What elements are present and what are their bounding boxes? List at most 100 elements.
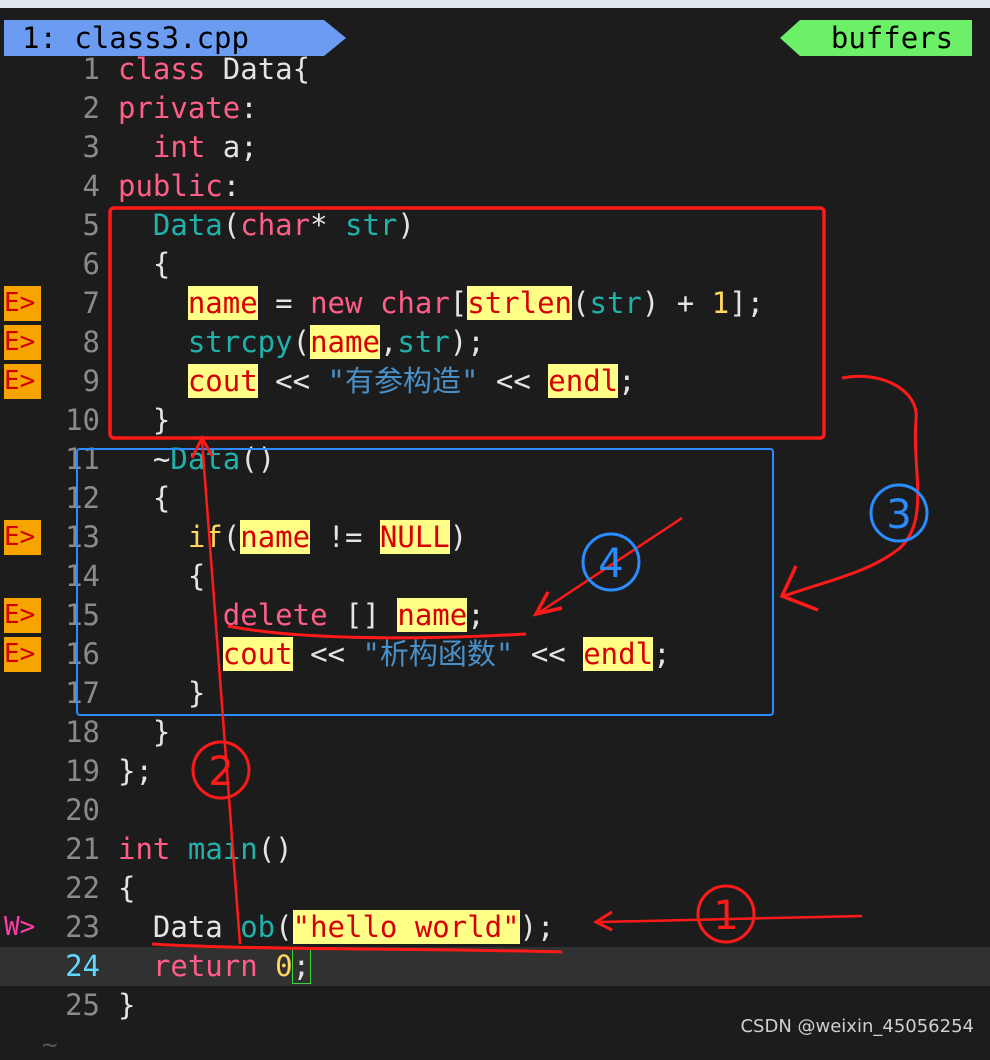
code-token: "析构函数" [362,637,514,671]
code-line[interactable]: E> 13 if(name != NULL) [0,518,990,557]
code-line[interactable]: 10 } [0,401,990,440]
code-text[interactable]: } [118,986,135,1025]
code-text[interactable]: { [118,245,170,284]
code-line[interactable]: 4 public: [0,167,990,206]
code-token: ); [449,325,485,359]
code-token: ( [222,208,241,242]
error-sign[interactable]: E> [4,364,41,399]
code-line[interactable]: 2 private: [0,89,990,128]
code-text[interactable]: { [118,869,135,908]
code-line[interactable]: E> 15 delete [] name; [0,596,990,635]
line-number: 22 [65,871,100,905]
code-text[interactable]: cout << "有参构造" << endl; [118,362,636,401]
code-line[interactable]: 20 [0,791,990,830]
code-line[interactable]: E> 7 name = new char[strlen(str) + 1]; [0,284,990,323]
code-token: != [310,520,380,554]
code-text[interactable]: name = new char[strlen(str) + 1]; [118,284,764,323]
code-line[interactable]: 17 } [0,674,990,713]
code-line[interactable]: 11 ~Data() [0,440,990,479]
code-token: [ [449,286,468,320]
code-token: { [118,871,136,905]
line-number: 16 [65,637,100,671]
empty-line-tilde: ~ [42,1030,58,1060]
code-editor[interactable]: 1 class Data{2 private: 3 int a; 4 public: 5 D… [0,50,990,1025]
error-sign[interactable]: E> [4,325,41,360]
code-text[interactable]: strcpy(name,str); [118,323,485,362]
code-line[interactable]: 22 { [0,869,990,908]
code-text[interactable]: return 0; [118,947,312,986]
code-text[interactable]: { [118,479,170,518]
code-token: "有参构造" [327,364,479,398]
code-token: ; [618,364,636,398]
code-line[interactable]: 24 return 0; [0,947,990,986]
code-line[interactable]: 6 { [0,245,990,284]
code-token: private [118,91,241,125]
code-token: Data [118,910,241,944]
code-line[interactable]: 12 { [0,479,990,518]
code-line[interactable]: 19}; [0,752,990,791]
window-top-strip [0,0,990,8]
code-line[interactable]: 5 Data(char* str) [0,206,990,245]
error-sign[interactable]: E> [4,637,41,672]
code-line[interactable]: 14 { [0,557,990,596]
code-text[interactable]: { [118,557,205,596]
code-text[interactable]: cout << "析构函数" << endl; [118,635,671,674]
code-token: { [118,481,171,515]
code-line[interactable]: 18 } [0,713,990,752]
watermark: CSDN @weixin_45056254 [740,1016,974,1037]
code-text[interactable]: int main() [118,830,293,869]
code-token: strlen [467,286,573,320]
error-sign[interactable]: E> [4,520,41,555]
line-number: 8 [82,325,100,359]
warning-sign[interactable]: W> [4,910,41,945]
code-line[interactable]: 3 int a; [0,128,990,167]
code-token: = [257,286,311,320]
line-number: 21 [65,832,100,866]
code-token: { [118,559,206,593]
code-text[interactable]: class Data{ [118,50,310,89]
code-text[interactable]: if(name != NULL) [118,518,467,557]
code-text[interactable]: } [118,401,170,440]
code-token: } [118,988,136,1022]
code-token: [] [327,598,398,632]
line-number: 12 [65,481,100,515]
line-number: 23 [65,910,100,944]
code-token: * [310,208,345,242]
code-token: class [118,52,206,86]
code-token: a; [205,130,258,164]
code-text[interactable]: public: [118,167,240,206]
code-token: "hello world" [292,910,520,944]
line-number: 3 [82,130,100,164]
code-token: ; [653,637,671,671]
code-text[interactable]: delete [] name; [118,596,485,635]
code-token: strcpy [187,325,293,359]
error-sign[interactable]: E> [4,286,41,321]
code-line[interactable]: W> 23 Data ob("hello world"); [0,908,990,947]
code-text[interactable]: Data(char* str) [118,206,415,245]
code-line[interactable]: 1 class Data{ [0,50,990,89]
code-line[interactable]: E> 9 cout << "有参构造" << endl; [0,362,990,401]
code-token: new [310,286,363,320]
code-text[interactable]: }; [118,752,153,791]
code-text[interactable]: } [118,713,170,752]
code-token: ~ [118,442,171,476]
code-token: { [118,247,171,281]
code-text[interactable]: } [118,674,205,713]
code-text[interactable]: int a; [118,128,258,167]
code-line[interactable]: E> 8 strcpy(name,str); [0,323,990,362]
code-text[interactable]: ~Data() [118,440,275,479]
code-token: delete [222,598,328,632]
code-text[interactable]: Data ob("hello world"); [118,908,555,947]
code-token: public [118,169,223,203]
code-line[interactable]: 21 int main() [0,830,990,869]
code-token: ( [572,286,590,320]
line-number: 14 [65,559,100,593]
code-token: name [397,598,468,632]
code-text[interactable]: private: [118,89,258,128]
line-number: 20 [65,793,100,827]
error-sign[interactable]: E> [4,598,41,633]
code-line[interactable]: E> 16 cout << "析构函数" << endl; [0,635,990,674]
